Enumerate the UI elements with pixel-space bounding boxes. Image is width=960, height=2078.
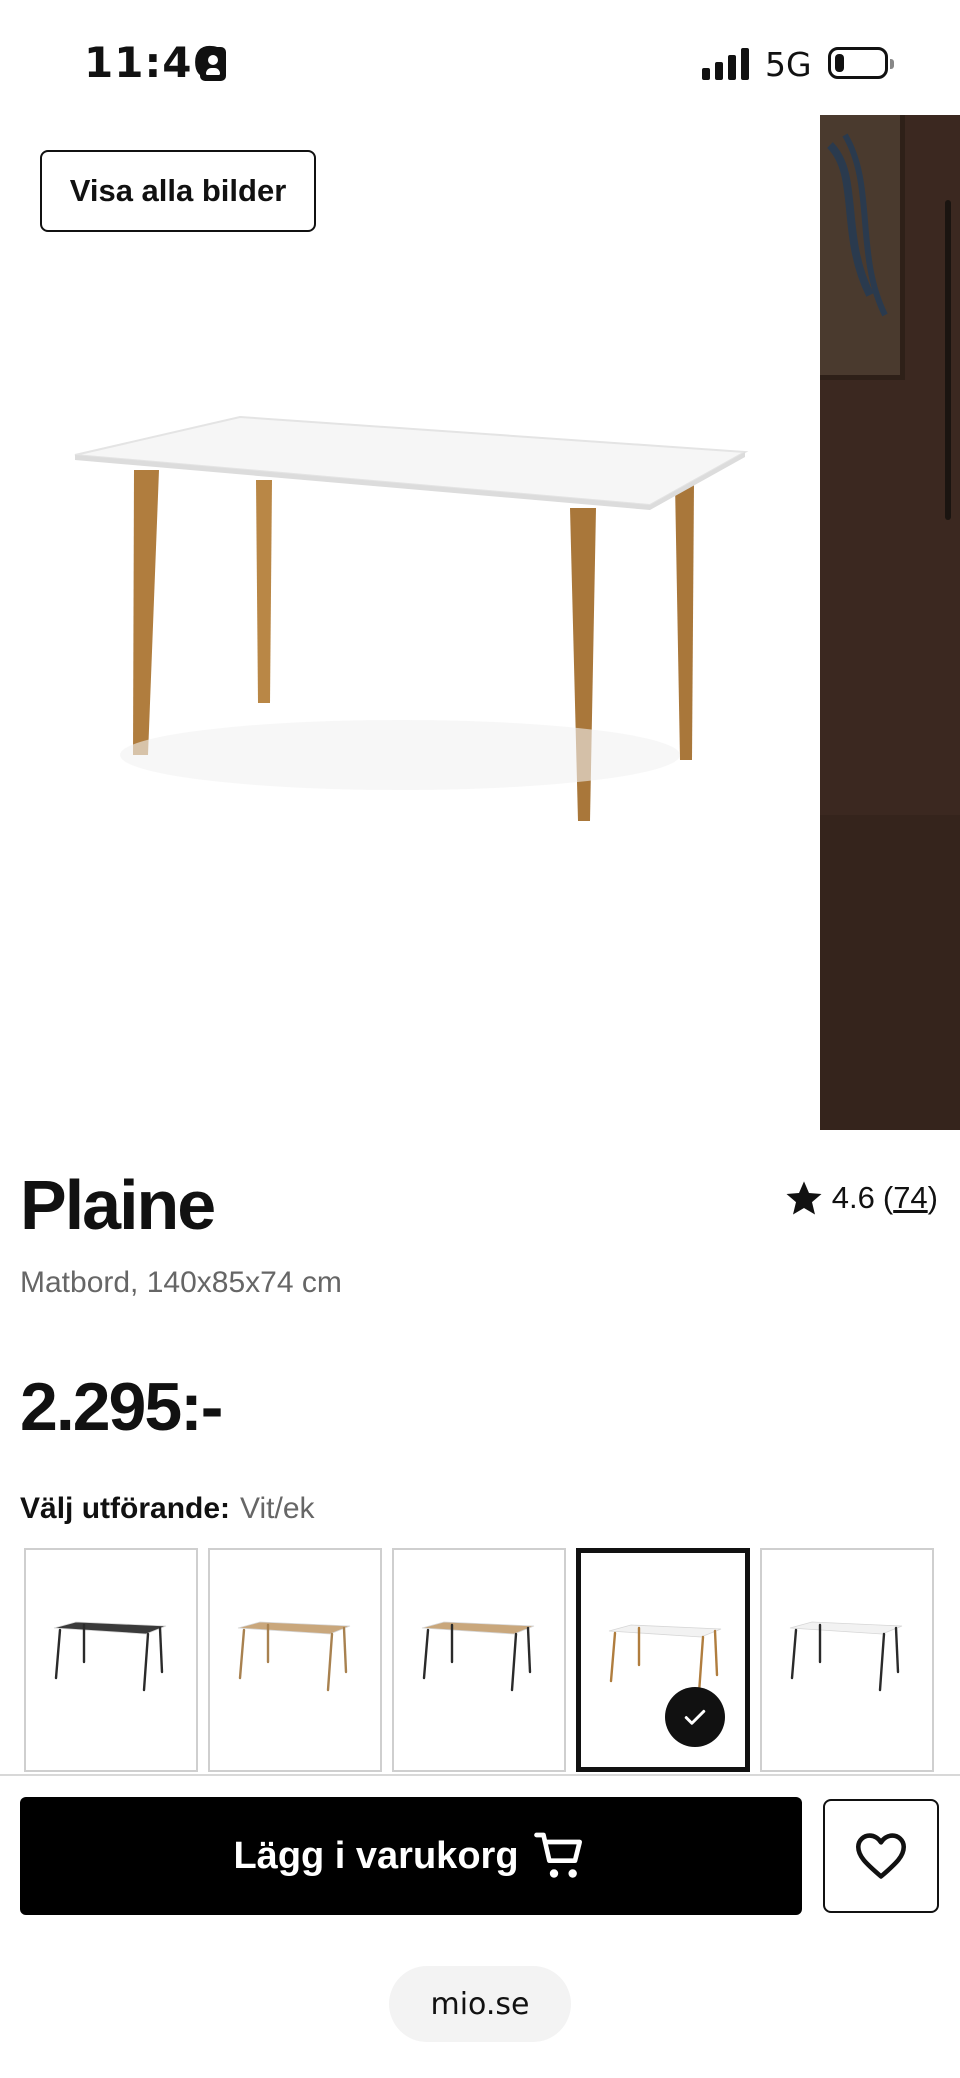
- star-icon: [786, 1181, 822, 1215]
- product-image-gallery[interactable]: [0, 115, 960, 1130]
- next-image-preview[interactable]: [820, 115, 960, 1130]
- variant-selector-label: Välj utförande: Vit/ek: [20, 1492, 315, 1526]
- contact-card-icon: [200, 47, 226, 81]
- network-type: 5G: [765, 45, 812, 84]
- review-count-link[interactable]: 74: [893, 1180, 927, 1215]
- variant-thumbnail: [608, 1624, 722, 1695]
- product-image: [74, 415, 749, 821]
- variant-thumbnail: [53, 1621, 167, 1692]
- rating-value: 4.6: [831, 1180, 875, 1215]
- cart-icon: [533, 1832, 582, 1878]
- variant-option[interactable]: [208, 1548, 382, 1772]
- selected-check-icon: [665, 1687, 725, 1747]
- signal-strength-icon: [702, 48, 752, 80]
- variant-thumbnail: [237, 1621, 351, 1692]
- variant-label-text: Välj utförande:: [20, 1492, 231, 1525]
- product-price: 2.295:-: [20, 1369, 223, 1445]
- variant-selected-value: Vit/ek: [240, 1492, 315, 1525]
- battery-icon: [828, 47, 894, 79]
- product-name: Plaine: [20, 1166, 216, 1244]
- product-subtitle: Matbord, 140x85x74 cm: [20, 1266, 342, 1299]
- review-count-wrap[interactable]: (74): [883, 1180, 938, 1216]
- variant-thumbnail: [421, 1621, 535, 1692]
- room-photo: [820, 115, 960, 1130]
- show-all-images-button[interactable]: Visa alla bilder: [40, 150, 316, 232]
- variant-option[interactable]: [392, 1548, 566, 1772]
- favorite-button[interactable]: [823, 1799, 939, 1913]
- product-rating[interactable]: 4.6 (74): [784, 1178, 938, 1218]
- divider: [0, 1774, 960, 1776]
- variant-option[interactable]: [24, 1548, 198, 1772]
- add-to-cart-button[interactable]: Lägg i varukorg: [20, 1797, 802, 1915]
- browser-url-pill[interactable]: mio.se: [389, 1966, 571, 2042]
- variant-option[interactable]: [576, 1548, 750, 1772]
- variant-thumbnail: [789, 1621, 903, 1692]
- add-to-cart-label: Lägg i varukorg: [233, 1834, 519, 1877]
- heart-icon: [856, 1833, 906, 1879]
- variant-option[interactable]: [760, 1548, 934, 1772]
- variant-swatches: [24, 1548, 936, 1772]
